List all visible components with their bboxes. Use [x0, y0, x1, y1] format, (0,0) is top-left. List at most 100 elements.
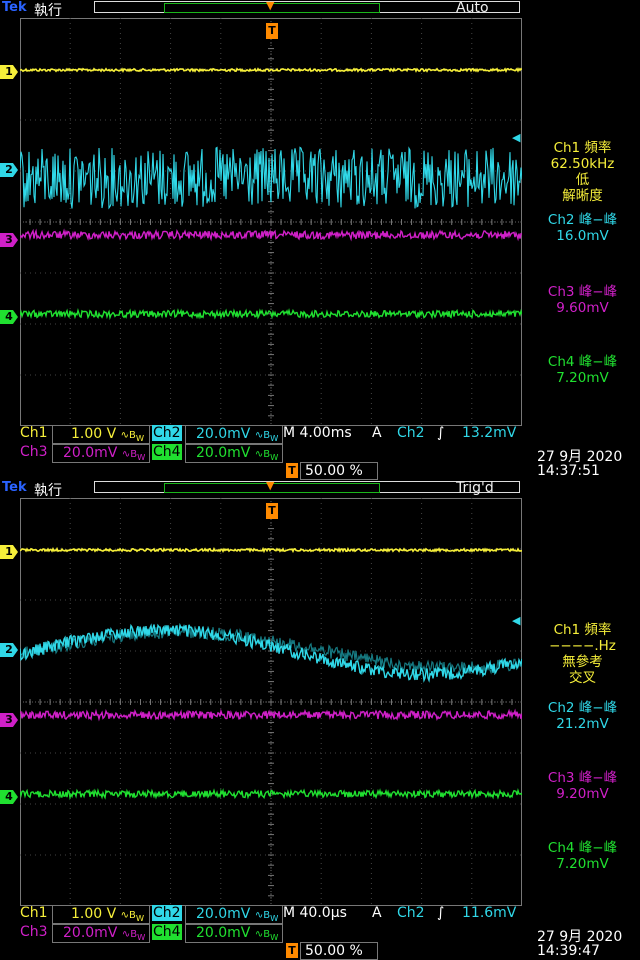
time: 14:37:51	[537, 463, 600, 479]
ch1-label[interactable]: Ch1	[20, 425, 48, 441]
bandwidth-limit-icon: ∿BW	[120, 430, 145, 443]
trigger-source[interactable]: Ch2	[397, 905, 425, 921]
ch3-marker[interactable]: 3	[0, 713, 18, 727]
trigger-mode: A	[372, 425, 382, 441]
ch4-label[interactable]: Ch4	[152, 444, 182, 460]
ch4-scale-value: 20.0mV	[196, 925, 251, 941]
waveform-graticule	[20, 498, 522, 906]
meas-ch1-label: Ch1 頻率	[553, 622, 612, 638]
top-bar: Tek 執行 ▼ Trig'd	[0, 480, 640, 499]
meas-ch4-label: Ch4 峰−峰	[547, 354, 618, 370]
ch2-label[interactable]: Ch2	[152, 425, 182, 441]
meas-ch3-label: Ch3 峰−峰	[547, 770, 618, 786]
ch1-scale[interactable]: 1.00 V ∿BW	[52, 425, 150, 444]
meas-ch3: Ch3 峰−峰 9.20mV	[525, 770, 640, 802]
meas-ch1-value: −−−−.Hz	[549, 638, 616, 654]
scope-screen-2: Tek 執行 ▼ Trig'd 1 2 3 4 T ◀ Ch1 頻率 −−−−.…	[0, 480, 640, 960]
meas-ch1: Ch1 頻率 62.50kHz 低 解晰度	[525, 140, 640, 204]
trigger-slope-icon: ∫	[437, 425, 445, 441]
ch4-trace	[20, 307, 522, 321]
trigger-status: Trig'd	[456, 480, 494, 496]
meas-ch4-value: 7.20mV	[556, 370, 609, 386]
bandwidth-limit-icon: ∿BW	[120, 910, 145, 923]
meas-ch2-label: Ch2 峰−峰	[547, 700, 618, 716]
ch2-scale-value: 20.0mV	[196, 906, 251, 922]
ch2-marker[interactable]: 2	[0, 643, 18, 657]
ch4-trace	[20, 787, 522, 801]
ch4-scale[interactable]: 20.0mV ∿BW	[185, 924, 283, 943]
trigger-slope-icon: ∫	[437, 905, 445, 921]
ch3-scale[interactable]: 20.0mV ∿BW	[52, 924, 150, 943]
meas-ch3-value: 9.60mV	[556, 300, 609, 316]
meas-ch1-note2: 交叉	[569, 670, 596, 686]
bandwidth-limit-icon: ∿BW	[254, 430, 279, 443]
ch1-scale-value: 1.00 V	[71, 906, 117, 922]
ch4-scale-value: 20.0mV	[196, 445, 251, 461]
meas-ch3: Ch3 峰−峰 9.60mV	[525, 284, 640, 316]
ch3-label[interactable]: Ch3	[20, 924, 48, 940]
meas-ch1-label: Ch1 頻率	[553, 140, 612, 156]
bandwidth-limit-icon: ∿BW	[121, 929, 146, 942]
tek-logo: Tek	[2, 480, 27, 495]
trigger-position-icon: T	[286, 943, 298, 958]
trigger-status: Auto	[456, 0, 489, 16]
ch4-scale[interactable]: 20.0mV ∿BW	[185, 444, 283, 463]
ch4-label[interactable]: Ch4	[152, 924, 182, 940]
trigger-t-icon: T	[266, 23, 278, 39]
ch1-marker[interactable]: 1	[0, 65, 18, 79]
horizontal-position[interactable]: 50.00 %	[300, 942, 378, 960]
meas-ch1-value: 62.50kHz	[550, 156, 615, 172]
trigger-position-icon: T	[286, 463, 298, 478]
ch3-label[interactable]: Ch3	[20, 444, 48, 460]
trigger-level-marker-icon: ◀	[512, 614, 521, 627]
ch1-label[interactable]: Ch1	[20, 905, 48, 921]
bandwidth-limit-icon: ∿BW	[254, 910, 279, 923]
trigger-source[interactable]: Ch2	[397, 425, 425, 441]
ch2-label[interactable]: Ch2	[152, 905, 182, 921]
meas-ch4-value: 7.20mV	[556, 856, 609, 872]
ch1-scale-value: 1.00 V	[71, 426, 117, 442]
time: 14:39:47	[537, 943, 600, 959]
meas-ch1-note2: 解晰度	[562, 188, 603, 204]
ch4-marker[interactable]: 4	[0, 310, 18, 324]
scope-screen-1: Tek 執行 ▼ Auto 1 2 3 4 T ◀ Ch1 頻率 62.50kH…	[0, 0, 640, 480]
ch3-marker[interactable]: 3	[0, 233, 18, 247]
meas-ch4: Ch4 峰−峰 7.20mV	[525, 840, 640, 872]
meas-ch2: Ch2 峰−峰 21.2mV	[525, 700, 640, 732]
bandwidth-limit-icon: ∿BW	[254, 449, 279, 462]
horizontal-position[interactable]: 50.00 %	[300, 462, 378, 480]
tek-logo: Tek	[2, 0, 27, 15]
ch3-scale[interactable]: 20.0mV ∿BW	[52, 444, 150, 463]
meas-ch2-label: Ch2 峰−峰	[547, 212, 618, 228]
status-bar: Ch1 1.00 V ∿BW Ch2 20.0mV ∿BW M 4.00ms A…	[0, 425, 640, 480]
bandwidth-limit-icon: ∿BW	[121, 449, 146, 462]
ch4-marker[interactable]: 4	[0, 790, 18, 804]
meas-ch2-value: 16.0mV	[556, 228, 609, 244]
trigger-mode: A	[372, 905, 382, 921]
timebase[interactable]: M 4.00ms	[283, 425, 352, 441]
trigger-level[interactable]: 13.2mV	[462, 425, 516, 441]
ch2-marker[interactable]: 2	[0, 163, 18, 177]
top-bar: Tek 執行 ▼ Auto	[0, 0, 640, 19]
meas-ch2: Ch2 峰−峰 16.0mV	[525, 212, 640, 244]
trigger-level-marker-icon: ◀	[512, 131, 521, 144]
meas-ch1: Ch1 頻率 −−−−.Hz 無參考 交叉	[525, 622, 640, 686]
meas-ch4: Ch4 峰−峰 7.20mV	[525, 354, 640, 386]
bandwidth-limit-icon: ∿BW	[254, 929, 279, 942]
status-bar: Ch1 1.00 V ∿BW Ch2 20.0mV ∿BW M 40.0µs A…	[0, 905, 640, 960]
ch1-marker[interactable]: 1	[0, 545, 18, 559]
meas-ch1-note: 低	[575, 172, 590, 188]
ch1-scale[interactable]: 1.00 V ∿BW	[52, 905, 150, 924]
trigger-t-icon: T	[266, 503, 278, 519]
meas-ch3-value: 9.20mV	[556, 786, 609, 802]
run-state: 執行	[34, 483, 62, 499]
trigger-level[interactable]: 11.6mV	[462, 905, 516, 921]
ch2-scale[interactable]: 20.0mV ∿BW	[185, 905, 283, 924]
meas-ch4-label: Ch4 峰−峰	[547, 840, 618, 856]
waveform-graticule	[20, 18, 522, 426]
ch2-scale[interactable]: 20.0mV ∿BW	[185, 425, 283, 444]
meas-ch3-label: Ch3 峰−峰	[547, 284, 618, 300]
meas-ch2-value: 21.2mV	[556, 716, 609, 732]
ch2-scale-value: 20.0mV	[196, 426, 251, 442]
timebase[interactable]: M 40.0µs	[283, 905, 347, 921]
